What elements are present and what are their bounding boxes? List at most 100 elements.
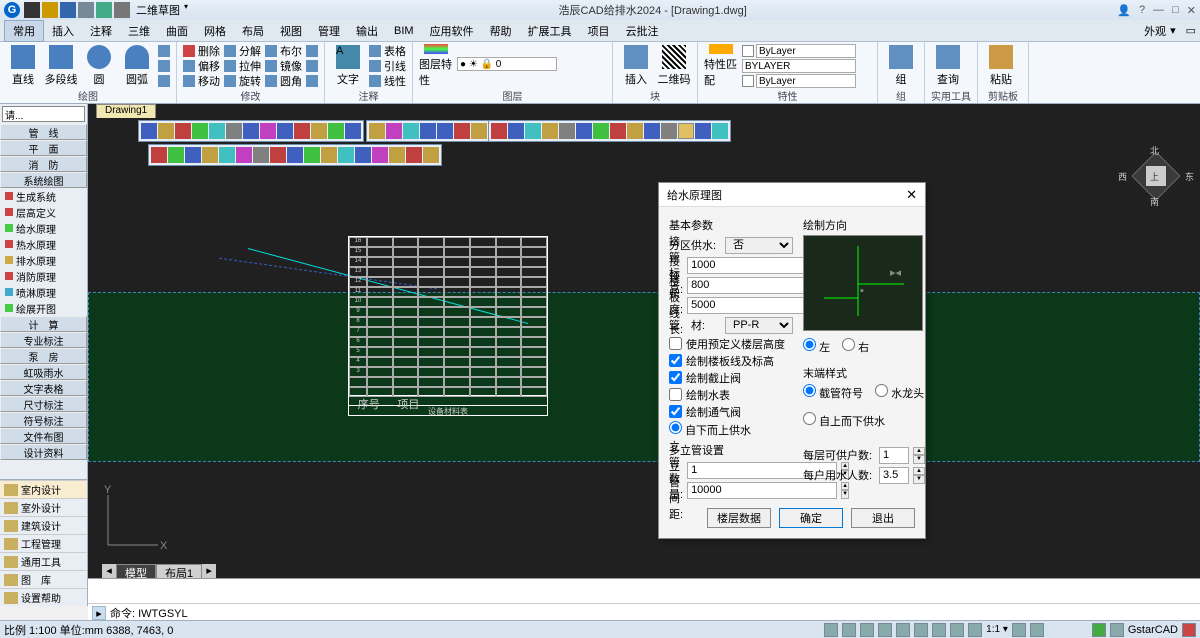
- sel-toggle[interactable]: [968, 623, 982, 637]
- otrack-toggle[interactable]: [914, 623, 928, 637]
- tab-model[interactable]: 模型: [116, 564, 156, 579]
- cat-pipe[interactable]: 管 线: [0, 124, 87, 140]
- menu-11[interactable]: 应用软件: [422, 21, 482, 41]
- menu-15[interactable]: 云批注: [618, 21, 667, 41]
- appearance-label[interactable]: 外观: [1144, 23, 1166, 39]
- tb-btn[interactable]: [151, 147, 167, 163]
- linear-button[interactable]: 线性: [369, 74, 406, 88]
- tb-btn[interactable]: [185, 147, 201, 163]
- print-icon[interactable]: [114, 2, 130, 18]
- menu-5[interactable]: 网格: [196, 21, 234, 41]
- menu-3[interactable]: 三维: [120, 21, 158, 41]
- tb-btn[interactable]: [328, 123, 344, 139]
- user-icon[interactable]: 👤: [1117, 4, 1131, 17]
- menu-1[interactable]: 插入: [44, 21, 82, 41]
- ortho-toggle[interactable]: [860, 623, 874, 637]
- per-floor-input[interactable]: [879, 447, 909, 464]
- tb-btn[interactable]: [593, 123, 609, 139]
- annoscale-toggle[interactable]: [1012, 623, 1026, 637]
- cat-pump[interactable]: 泵 房: [0, 348, 87, 364]
- polar-toggle[interactable]: [878, 623, 892, 637]
- arc-button[interactable]: 圆弧: [120, 44, 154, 88]
- save-icon[interactable]: [60, 2, 76, 18]
- tb-btn[interactable]: [406, 147, 422, 163]
- linetype-dropdown[interactable]: ByLayer: [756, 74, 856, 88]
- snap-toggle[interactable]: [824, 623, 838, 637]
- menu-10[interactable]: BIM: [386, 23, 422, 39]
- paste-button[interactable]: 粘贴: [984, 44, 1018, 88]
- hatch-button[interactable]: [158, 44, 170, 58]
- tb-btn[interactable]: [277, 123, 293, 139]
- minimize-button[interactable]: —: [1153, 4, 1164, 17]
- tb-btn[interactable]: [508, 123, 524, 139]
- menu-7[interactable]: 视图: [272, 21, 310, 41]
- drawing-canvas[interactable]: Drawing1 161514131211109876543 序号项目 设备材料…: [88, 104, 1200, 578]
- tb-btn[interactable]: [321, 147, 337, 163]
- left-tab[interactable]: 图 库: [0, 570, 87, 588]
- match-props-button[interactable]: 特性匹配: [704, 44, 738, 88]
- ok-button[interactable]: 确定: [779, 508, 843, 528]
- tb-btn[interactable]: [369, 123, 385, 139]
- tree-item[interactable]: 消防原理: [0, 268, 87, 284]
- color-dropdown[interactable]: ByLayer: [756, 44, 856, 58]
- tb-btn[interactable]: [270, 147, 286, 163]
- menu-2[interactable]: 注释: [82, 21, 120, 41]
- menu-13[interactable]: 扩展工具: [520, 21, 580, 41]
- menu-8[interactable]: 管理: [310, 21, 348, 41]
- tb-btn[interactable]: [294, 123, 310, 139]
- radio-left[interactable]: [803, 338, 816, 351]
- scale-button[interactable]: [306, 74, 318, 88]
- grid-toggle[interactable]: [842, 623, 856, 637]
- floor-data-button[interactable]: 楼层数据: [707, 508, 771, 528]
- cancel-button[interactable]: 退出: [851, 508, 915, 528]
- chk-floorline[interactable]: [669, 354, 682, 367]
- tb-btn[interactable]: [287, 147, 303, 163]
- tb-btn[interactable]: [372, 147, 388, 163]
- rotate-button[interactable]: 旋转: [224, 74, 261, 88]
- group-button[interactable]: 组: [884, 44, 918, 88]
- tb-btn[interactable]: [168, 147, 184, 163]
- help-icon[interactable]: ?: [1139, 4, 1145, 17]
- tb-btn[interactable]: [576, 123, 592, 139]
- tb-btn[interactable]: [226, 123, 242, 139]
- tb-btn[interactable]: [678, 123, 694, 139]
- point-button[interactable]: [158, 59, 170, 73]
- mirror-button[interactable]: 镜像: [265, 59, 302, 73]
- qrcode-button[interactable]: 二维码: [657, 44, 691, 88]
- menu-4[interactable]: 曲面: [158, 21, 196, 41]
- tb-btn[interactable]: [559, 123, 575, 139]
- radio-top-down[interactable]: [803, 412, 816, 425]
- osnap-toggle[interactable]: [896, 623, 910, 637]
- layout-prev[interactable]: ◂: [102, 564, 116, 579]
- menu-6[interactable]: 布局: [234, 21, 272, 41]
- tb-btn[interactable]: [209, 123, 225, 139]
- left-tab[interactable]: 室内设计: [0, 480, 87, 498]
- trim-button[interactable]: [306, 44, 318, 58]
- per-house-input[interactable]: [879, 467, 909, 484]
- cat-pro[interactable]: 专业标注: [0, 332, 87, 348]
- cat-file[interactable]: 文件布图: [0, 428, 87, 444]
- offset-button[interactable]: 偏移: [183, 59, 220, 73]
- tb-btn[interactable]: [202, 147, 218, 163]
- leader-button[interactable]: 引线: [369, 59, 406, 73]
- chk-predef[interactable]: [669, 337, 682, 350]
- tb-btn[interactable]: [355, 147, 371, 163]
- tb-btn[interactable]: [175, 123, 191, 139]
- clean-icon[interactable]: [1092, 623, 1106, 637]
- dyn-toggle[interactable]: [950, 623, 964, 637]
- tb-btn[interactable]: [236, 147, 252, 163]
- left-tab[interactable]: 设置帮助: [0, 588, 87, 606]
- maximize-button[interactable]: □: [1172, 4, 1179, 17]
- supply-select[interactable]: 否: [725, 237, 793, 254]
- fillet-button[interactable]: 圆角: [265, 74, 302, 88]
- layout-next[interactable]: ▸: [202, 564, 216, 579]
- left-tab[interactable]: 室外设计: [0, 498, 87, 516]
- left-tab[interactable]: 工程管理: [0, 534, 87, 552]
- new-icon[interactable]: [24, 2, 40, 18]
- tb-btn[interactable]: [260, 123, 276, 139]
- tb-btn[interactable]: [712, 123, 728, 139]
- tb-btn[interactable]: [389, 147, 405, 163]
- line-button[interactable]: 直线: [6, 44, 40, 88]
- polyline-button[interactable]: 多段线: [44, 44, 78, 88]
- tree-item[interactable]: 给水原理: [0, 220, 87, 236]
